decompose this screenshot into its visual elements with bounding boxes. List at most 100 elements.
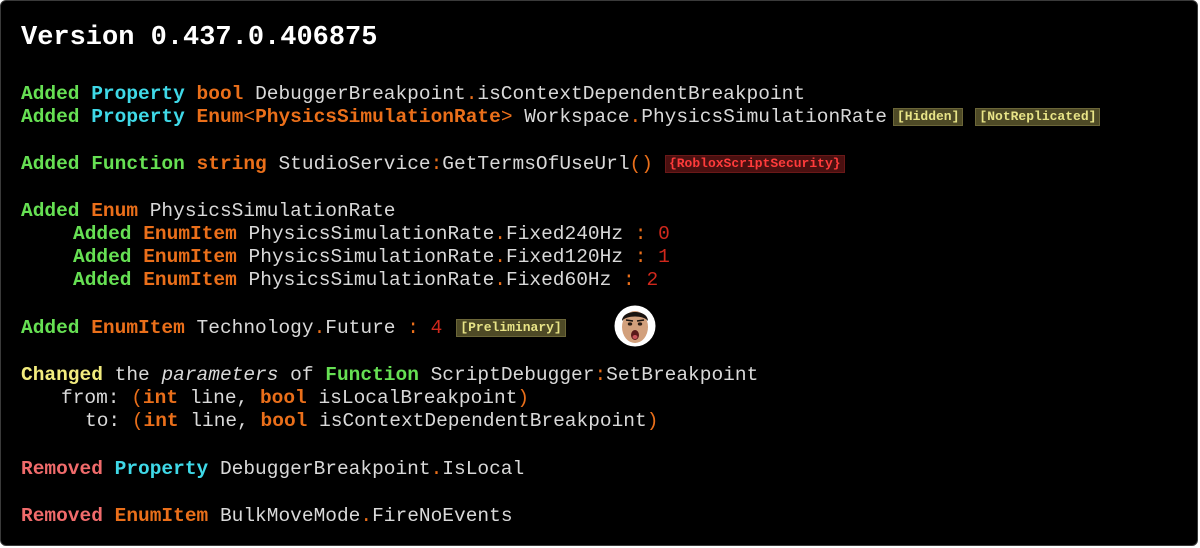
change-line: Removed EnumItem BulkMoveMode.FireNoEven… [21, 505, 513, 528]
member-name: PhysicsSimulationRate [641, 106, 887, 128]
class-name: Technology [196, 317, 314, 339]
angle-open: < [243, 106, 256, 128]
separator: . [494, 223, 506, 245]
kind-label: Function [91, 153, 185, 175]
class-name: BulkMoveMode [219, 505, 361, 527]
separator: . [360, 505, 373, 527]
kind-label: EnumItem [143, 223, 237, 245]
param-name: line, [189, 387, 249, 409]
type-label: string [196, 153, 267, 175]
class-name: ScriptDebugger [430, 364, 595, 386]
added-keyword: Added [21, 317, 80, 339]
parens: () [629, 153, 653, 175]
enum-value: 4 [430, 317, 443, 339]
class-name: PhysicsSimulationRate [248, 246, 495, 268]
member-name: FireNoEvents [372, 505, 513, 527]
added-keyword: Added [73, 223, 132, 245]
from-label: from: [61, 387, 120, 409]
class-name: DebuggerBreakpoint [219, 458, 431, 480]
separator: . [313, 317, 326, 339]
member-name: Fixed120Hz [506, 246, 624, 268]
change-line: Removed Property DebuggerBreakpoint.IsLo… [21, 458, 524, 481]
shocked-face-emoji [614, 305, 656, 347]
member-name: IsLocal [442, 458, 525, 480]
added-keyword: Added [21, 200, 80, 222]
security-tag: {RobloxScriptSecurity} [664, 155, 845, 173]
kind-label: EnumItem [114, 505, 209, 527]
enum-item-line: Added EnumItem PhysicsSimulationRate.Fix… [73, 223, 670, 246]
class-name: StudioService [278, 153, 431, 175]
change-line: Added Enum PhysicsSimulationRate [21, 200, 395, 223]
separator: : [430, 153, 443, 175]
paren-close: ) [517, 387, 530, 409]
enum-item-line: Added EnumItem PhysicsSimulationRate.Fix… [73, 246, 670, 269]
of-text: of [290, 364, 314, 386]
class-name: PhysicsSimulationRate [248, 269, 495, 291]
kind-label: Property [91, 83, 185, 105]
kind-label: EnumItem [91, 317, 185, 339]
enum-name: PhysicsSimulationRate [149, 200, 396, 222]
change-line: Added EnumItem Technology.Future : 4 [Pre… [21, 317, 566, 340]
added-keyword: Added [73, 246, 132, 268]
colon: : [634, 223, 647, 245]
member-name: isContextDependentBreakpoint [477, 83, 806, 105]
kind-label: EnumItem [143, 269, 237, 291]
enum-value: 1 [658, 246, 670, 268]
class-name: DebuggerBreakpoint [255, 83, 466, 105]
member-name: SetBreakpoint [606, 364, 759, 386]
kind-label: EnumItem [143, 246, 237, 268]
param-type: int [142, 387, 179, 409]
added-keyword: Added [73, 269, 132, 291]
separator: . [430, 458, 443, 480]
change-line: Added Property bool DebuggerBreakpoint.i… [21, 83, 805, 106]
colon: : [634, 246, 647, 268]
paren-open: ( [131, 410, 144, 432]
type-label: bool [196, 83, 244, 105]
kind-label: Property [114, 458, 209, 480]
param-type: bool [259, 387, 307, 409]
added-keyword: Added [21, 83, 80, 105]
version-title: Version 0.437.0.406875 [21, 23, 378, 53]
preliminary-tag: [Preliminary] [456, 319, 566, 337]
notreplicated-tag: [NotReplicated] [975, 108, 1101, 126]
changelog-panel: Version 0.437.0.406875 Added Property bo… [0, 0, 1198, 546]
separator: : [594, 364, 607, 386]
param-name: isContextDependentBreakpoint [319, 410, 647, 432]
removed-keyword: Removed [21, 458, 103, 480]
kind-label: Function [325, 364, 419, 386]
member-name: Fixed60Hz [506, 269, 612, 291]
enum-value: 0 [658, 223, 670, 245]
param-name: line, [190, 410, 249, 432]
colon: : [623, 269, 635, 291]
separator: . [494, 269, 506, 291]
kind-label: Enum [91, 200, 139, 222]
removed-keyword: Removed [21, 505, 103, 527]
member-name: Fixed240Hz [506, 223, 624, 245]
type-label: PhysicsSimulationRate [255, 106, 501, 128]
change-line: Added Function string StudioService:GetT… [21, 153, 845, 176]
member-name: Future [325, 317, 396, 339]
separator: . [494, 246, 506, 268]
type-label: Enum [196, 106, 244, 128]
to-label: to: [85, 410, 121, 432]
added-keyword: Added [21, 153, 80, 175]
to-line: to: (int line, bool isContextDependentBr… [85, 410, 658, 433]
separator: . [629, 106, 642, 128]
param-type: bool [260, 410, 308, 432]
class-name: PhysicsSimulationRate [248, 223, 495, 245]
colon: : [407, 317, 419, 339]
param-name: isLocalBreakpoint [318, 387, 518, 409]
kind-label: Property [91, 106, 185, 128]
added-keyword: Added [21, 106, 80, 128]
enum-item-line: Added EnumItem PhysicsSimulationRate.Fix… [73, 269, 658, 292]
param-type: int [143, 410, 179, 432]
member-name: GetTermsOfUseUrl [442, 153, 630, 175]
the-text: the [114, 364, 150, 386]
parameters-text: parameters [161, 364, 279, 386]
angle-close: > [500, 106, 513, 128]
from-line: from: (int line, bool isLocalBreakpoint) [61, 387, 529, 410]
hidden-tag: [Hidden] [893, 108, 964, 126]
paren-open: ( [131, 387, 143, 409]
enum-value: 2 [646, 269, 659, 291]
separator: . [465, 83, 478, 105]
